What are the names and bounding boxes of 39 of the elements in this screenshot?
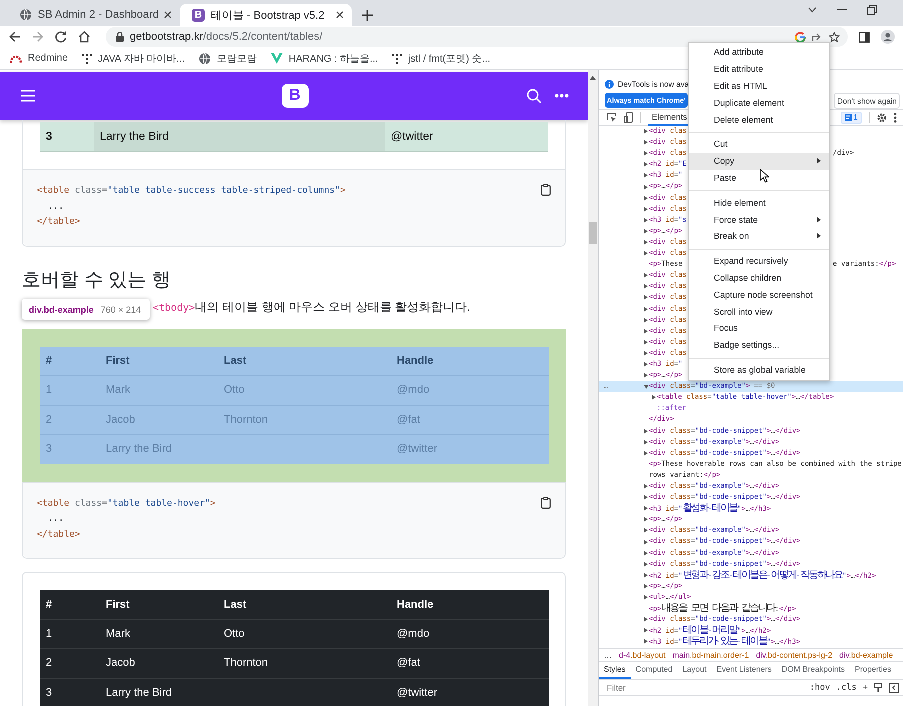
- column-header: #: [40, 346, 100, 376]
- table-cell: Larry the Bird: [100, 434, 391, 464]
- column-header: First: [100, 590, 218, 620]
- table-cell: 1: [40, 619, 100, 649]
- table-cell: 3: [40, 434, 100, 464]
- table-cell: 1: [40, 376, 100, 406]
- column-header: #: [40, 590, 100, 620]
- table-cell: Jacob: [100, 648, 218, 678]
- code-text: <table class="table table-success table-striped-columns"> ... </table>: [37, 185, 346, 229]
- table-cell: Jacob: [100, 405, 218, 434]
- section-heading: 호버할 수 있는 행: [22, 268, 172, 292]
- table-cell: 2: [40, 648, 100, 678]
- column-header: Handle: [391, 590, 549, 620]
- column-header: First: [100, 346, 218, 376]
- table-cell: Thornton: [218, 648, 391, 678]
- site-logo: B: [192, 8, 205, 22]
- inspect-tooltip: div.bd-example 760 × 214: [22, 299, 150, 320]
- table-cell: @fat: [391, 648, 549, 678]
- column-header: Last: [218, 590, 391, 620]
- table-cell: Larry the Bird: [94, 122, 385, 151]
- table-cell: Mark: [100, 376, 218, 406]
- table-cell: @twitter: [385, 122, 548, 151]
- description-text: <tbody>내의 테이블 행에 마우스 오버 상태를 활성화합니다.: [153, 298, 472, 316]
- column-header: Last: [218, 346, 391, 376]
- table-cell: @twitter: [391, 434, 549, 464]
- table-cell: Larry the Bird: [100, 678, 391, 706]
- code-text: <table class="table table-hover"> ... </table>: [37, 498, 216, 542]
- table-cell: 3: [40, 678, 100, 706]
- table-cell: @fat: [391, 405, 549, 434]
- table-cell: 3: [40, 122, 94, 151]
- table-cell: @mdo: [391, 376, 549, 406]
- table-cell: Otto: [218, 376, 391, 406]
- table-cell: @twitter: [391, 678, 549, 706]
- table-cell: Thornton: [218, 405, 391, 434]
- table-cell: Otto: [218, 619, 391, 649]
- table-cell: @mdo: [391, 619, 549, 649]
- column-header: Handle: [391, 346, 549, 376]
- table-cell: 2: [40, 405, 100, 434]
- table-cell: Mark: [100, 619, 218, 649]
